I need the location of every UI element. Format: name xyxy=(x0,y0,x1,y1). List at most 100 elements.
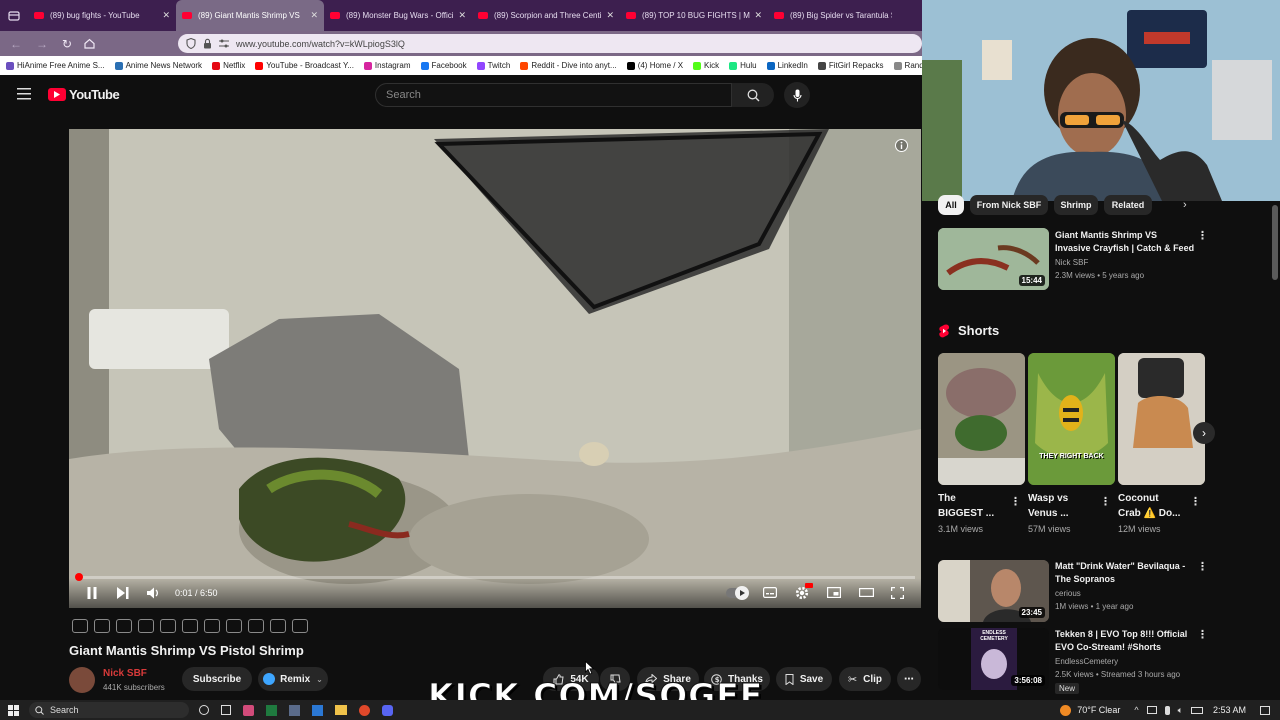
clock[interactable]: 2:53 AM xyxy=(1213,705,1246,715)
recommended-video-title[interactable]: Tekken 8 | EVO Top 8!!! Official EVO Co-… xyxy=(1055,628,1195,654)
home-icon[interactable] xyxy=(84,38,95,49)
weather-text[interactable]: 70°F Clear xyxy=(1077,705,1120,715)
lock-icon[interactable] xyxy=(203,38,212,49)
app-icon[interactable] xyxy=(359,704,370,716)
fullscreen-icon[interactable] xyxy=(891,587,904,599)
short-thumbnail[interactable] xyxy=(938,353,1025,485)
subtitles-icon[interactable] xyxy=(763,587,777,598)
browser-tab[interactable]: (89) Monster Bug Wars - Officia ✕ xyxy=(324,0,472,31)
bookmark-item[interactable]: HiAnime Free Anime S... xyxy=(6,61,105,70)
bookmark-item[interactable]: YouTube - Broadcast Y... xyxy=(255,61,354,70)
bookmark-item[interactable]: Instagram xyxy=(363,61,411,70)
playlist-icon[interactable] xyxy=(116,619,132,633)
theater-mode-icon[interactable] xyxy=(859,588,874,597)
bookmark-item[interactable]: Facebook xyxy=(420,61,467,70)
forward-icon[interactable]: → xyxy=(36,37,48,51)
expand-icon[interactable] xyxy=(226,619,242,633)
recommended-video-channel[interactable]: Nick SBF xyxy=(1055,256,1088,269)
short-title[interactable]: The BIGGEST ... xyxy=(938,491,1006,521)
microphone-icon[interactable] xyxy=(1164,705,1170,715)
keyboard-icon[interactable] xyxy=(270,619,286,633)
app-icon[interactable] xyxy=(312,704,323,716)
browser-tab[interactable]: (89) Scorpion and Three Centip ✕ xyxy=(472,0,620,31)
folder-icon[interactable] xyxy=(335,705,347,715)
short-title[interactable]: Wasp vs Venus ... xyxy=(1028,491,1096,521)
battery-icon[interactable] xyxy=(1190,706,1203,714)
more-options-icon[interactable]: ⋮ xyxy=(1197,628,1208,641)
chips-next-chevron-icon[interactable]: › xyxy=(1183,199,1187,211)
weather-icon[interactable] xyxy=(1060,704,1072,716)
channel-name[interactable]: Nick SBF xyxy=(103,668,147,679)
calendar-icon[interactable] xyxy=(138,619,154,633)
short-more-options-icon[interactable]: ⋮ xyxy=(1190,495,1201,508)
bookmark-item[interactable]: Kick xyxy=(693,61,719,70)
app-icon[interactable] xyxy=(289,704,300,716)
close-tab-icon[interactable]: ✕ xyxy=(754,10,762,21)
browser-tab[interactable]: (89) TOP 10 BUG FIGHTS | MON ✕ xyxy=(620,0,768,31)
site-settings-icon[interactable] xyxy=(219,39,229,48)
shield-icon[interactable] xyxy=(186,38,196,49)
browser-tab[interactable]: (89) bug fights - YouTube ✕ xyxy=(28,0,176,31)
short-more-options-icon[interactable]: ⋮ xyxy=(1100,495,1111,508)
subscribe-button[interactable]: Subscribe xyxy=(182,667,252,691)
bookmark-item[interactable]: LinkedIn xyxy=(766,61,808,70)
bookmark-item[interactable]: (4) Home / X xyxy=(626,61,683,70)
broadcast-icon[interactable] xyxy=(94,619,110,633)
notifications-icon[interactable] xyxy=(1260,705,1270,715)
reload-icon[interactable]: ↻ xyxy=(62,37,72,51)
save-button[interactable]: Save xyxy=(776,667,832,691)
short-title[interactable]: Coconut Crab ⚠️ Do... xyxy=(1118,491,1186,521)
bookmark-item[interactable]: FitGirl Repacks xyxy=(817,61,884,70)
close-tab-icon[interactable]: ✕ xyxy=(310,10,318,21)
volume-icon[interactable]: 🔈︎ xyxy=(1178,705,1183,716)
browser-tab-active[interactable]: (89) Giant Mantis Shrimp VS ✕ xyxy=(176,0,324,31)
browser-tab[interactable]: (89) Big Spider vs Tarantula Spi xyxy=(768,0,898,31)
recommended-video-channel[interactable]: cerious xyxy=(1055,587,1081,600)
search-button[interactable] xyxy=(732,83,774,107)
chip-related[interactable]: Related xyxy=(1104,195,1152,215)
volume-icon[interactable] xyxy=(147,587,160,599)
next-video-icon[interactable] xyxy=(117,587,129,599)
channel-avatar[interactable] xyxy=(69,667,95,693)
chip-shrimp[interactable]: Shrimp xyxy=(1054,195,1098,215)
chip-all[interactable]: All xyxy=(938,195,964,215)
network-icon[interactable] xyxy=(1146,706,1157,714)
recommended-video-channel[interactable]: EndlessCemetery xyxy=(1055,655,1118,668)
windows-start-icon[interactable] xyxy=(8,704,19,716)
shorts-next-button[interactable]: › xyxy=(1193,422,1215,444)
recommended-video-thumbnail[interactable]: 15:44 xyxy=(938,228,1049,290)
more-options-icon[interactable]: ⋮ xyxy=(1197,560,1208,573)
more-actions-button[interactable]: ⋯ xyxy=(897,667,921,691)
miniplayer-icon[interactable] xyxy=(827,587,841,598)
bookmark-item[interactable]: Reddit - Dive into anyt... xyxy=(520,61,617,70)
recommended-video-thumbnail[interactable]: 23:45 xyxy=(938,560,1049,622)
autoplay-toggle[interactable] xyxy=(726,586,749,600)
back-icon[interactable]: ← xyxy=(10,37,22,51)
remix-button[interactable]: Remix ⌄ xyxy=(258,667,328,691)
loop-icon[interactable] xyxy=(72,619,88,633)
voice-search-button[interactable] xyxy=(784,82,810,108)
screen-icon[interactable] xyxy=(182,619,198,633)
address-bar[interactable]: www.youtube.com/watch?v=kWLpiogS3lQ xyxy=(178,34,922,53)
short-more-options-icon[interactable]: ⋮ xyxy=(1010,495,1021,508)
tray-chevron-icon[interactable]: ^ xyxy=(1134,705,1138,715)
youtube-logo[interactable]: YouTube xyxy=(48,87,120,102)
widgets-icon[interactable] xyxy=(221,705,231,715)
scrubber-handle[interactable] xyxy=(75,573,83,581)
browser-menu-icon[interactable] xyxy=(0,0,28,31)
recommended-video-thumbnail[interactable]: ENDLESS CEMETERY 3:56:08 xyxy=(938,628,1049,690)
chip-from-channel[interactable]: From Nick SBF xyxy=(970,195,1048,215)
bookmark-item[interactable]: Rand xyxy=(893,61,922,70)
taskbar-search[interactable]: Search xyxy=(29,702,189,718)
bookmark-item[interactable]: Netflix xyxy=(212,61,245,70)
progress-bar[interactable] xyxy=(77,576,915,579)
bookmark-item[interactable]: Twitch xyxy=(476,61,510,70)
bookmark-item[interactable]: Anime News Network xyxy=(114,61,202,70)
short-thumbnail[interactable]: THEY RIGHT BACK xyxy=(1028,353,1115,485)
clip-button[interactable]: ✂ Clip xyxy=(839,667,891,691)
search-input[interactable]: Search xyxy=(375,83,732,107)
more-options-icon[interactable]: ⋮ xyxy=(1197,229,1208,242)
browser-taskbar-icon[interactable] xyxy=(243,704,254,716)
hamburger-menu-icon[interactable] xyxy=(17,88,31,100)
recommended-video-title[interactable]: Matt "Drink Water" Bevilaqua - The Sopra… xyxy=(1055,560,1195,586)
